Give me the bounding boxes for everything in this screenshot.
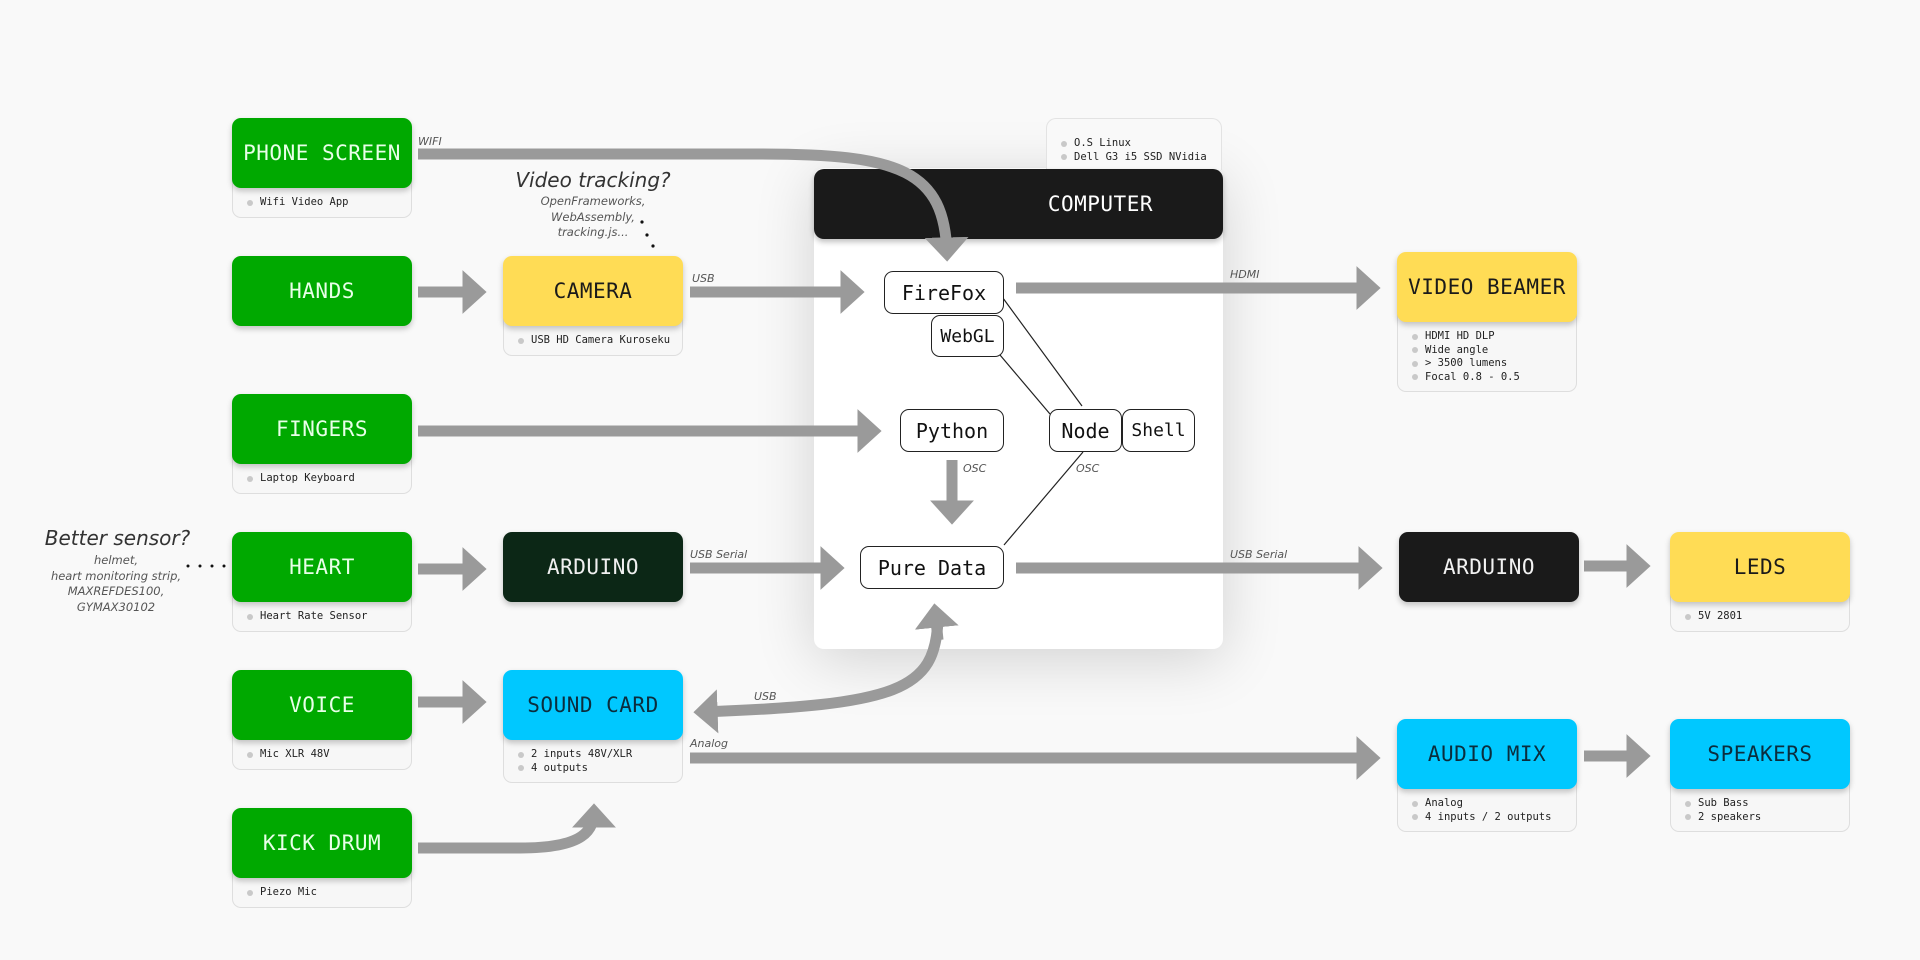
note-item: 2 speakers bbox=[1685, 811, 1849, 825]
note-item: USB HD Camera Kuroseku bbox=[518, 334, 682, 348]
note-item: Dell G3 i5 SSD NVidia bbox=[1061, 151, 1221, 165]
annotation-video-tracking-title: Video tracking? bbox=[515, 168, 671, 192]
note-item: 4 outputs bbox=[518, 762, 682, 776]
note-item: Heart Rate Sensor bbox=[247, 610, 411, 624]
computer-notes: O.S Linux Dell G3 i5 SSD NVidia bbox=[1046, 118, 1222, 170]
software-python[interactable]: Python bbox=[900, 409, 1004, 452]
node-fingers[interactable]: FINGERS Laptop Keyboard bbox=[232, 394, 412, 494]
dotted-connector bbox=[222, 564, 226, 568]
note-item: Piezo Mic bbox=[247, 886, 411, 900]
node-box[interactable]: HEART bbox=[232, 532, 412, 602]
node-box[interactable]: SOUND CARD bbox=[503, 670, 683, 740]
arrow-kick-soundcard[interactable] bbox=[418, 803, 616, 854]
annotation-video-tracking-body: OpenFrameworks, WebAssembly, tracking.js… bbox=[518, 194, 668, 241]
connection-label-usb-serial-in: USB Serial bbox=[690, 548, 748, 561]
annotation-line: GYMAX30102 bbox=[76, 599, 156, 614]
note-item: 2 inputs 48V/XLR bbox=[518, 748, 682, 762]
dotted-connector bbox=[651, 244, 655, 248]
node-box[interactable]: VIDEO BEAMER bbox=[1397, 252, 1577, 322]
annotation-better-sensor-body: helmet, heart monitoring strip, MAXREFDE… bbox=[30, 553, 202, 615]
node-kick-drum[interactable]: KICK DRUM Piezo Mic bbox=[232, 808, 412, 908]
node-box[interactable]: LEDS bbox=[1670, 532, 1850, 602]
connection-label-osc-python: OSC bbox=[963, 462, 987, 475]
note-item: Analog bbox=[1412, 797, 1576, 811]
node-box[interactable]: FINGERS bbox=[232, 394, 412, 464]
annotation-line: helmet, bbox=[93, 553, 138, 567]
note-item: O.S Linux bbox=[1061, 137, 1221, 151]
node-box[interactable]: KICK DRUM bbox=[232, 808, 412, 878]
node-leds[interactable]: LEDS 5V 2801 bbox=[1670, 532, 1850, 632]
note-item: 5V 2801 bbox=[1685, 610, 1849, 624]
node-box[interactable]: SPEAKERS bbox=[1670, 719, 1850, 789]
node-camera[interactable]: CAMERA USB HD Camera Kuroseku bbox=[503, 256, 683, 356]
node-hands[interactable]: HANDS bbox=[232, 256, 412, 326]
note-item: Sub Bass bbox=[1685, 797, 1849, 811]
connection-label-hdmi: HDMI bbox=[1230, 268, 1260, 281]
node-arduino-output[interactable]: ARDUINO bbox=[1399, 532, 1579, 602]
node-box[interactable]: ARDUINO bbox=[503, 532, 683, 602]
connection-label-usb-sound: USB bbox=[754, 690, 777, 703]
node-box[interactable]: HANDS bbox=[232, 256, 412, 326]
node-audio-mix[interactable]: AUDIO MIX Analog 4 inputs / 2 outputs bbox=[1397, 719, 1577, 832]
software-shell[interactable]: Shell bbox=[1122, 409, 1195, 452]
node-box[interactable]: VOICE bbox=[232, 670, 412, 740]
connection-label-wifi: WIFI bbox=[418, 135, 442, 148]
node-voice[interactable]: VOICE Mic XLR 48V bbox=[232, 670, 412, 770]
node-box[interactable]: PHONE SCREEN bbox=[232, 118, 412, 188]
node-box[interactable]: ARDUINO bbox=[1399, 532, 1579, 602]
computer-header[interactable]: COMPUTER bbox=[814, 169, 1223, 239]
annotation-line: OpenFrameworks, bbox=[540, 194, 646, 208]
note-item: HDMI HD DLP bbox=[1412, 330, 1576, 344]
software-webgl[interactable]: WebGL bbox=[931, 315, 1004, 357]
annotation-line: heart monitoring strip, bbox=[50, 568, 182, 583]
computer-title: COMPUTER bbox=[1047, 192, 1153, 216]
node-arduino-input[interactable]: ARDUINO bbox=[503, 532, 683, 602]
annotation-line: WebAssembly, bbox=[551, 209, 635, 224]
software-node[interactable]: Node bbox=[1049, 409, 1122, 452]
note-item: Mic XLR 48V bbox=[247, 748, 411, 762]
note-item: Laptop Keyboard bbox=[247, 472, 411, 486]
node-heart[interactable]: HEART Heart Rate Sensor bbox=[232, 532, 412, 632]
node-phone-screen[interactable]: PHONE SCREEN Wifi Video App bbox=[232, 118, 412, 218]
note-item: Wide angle bbox=[1412, 344, 1576, 358]
annotation-line: tracking.js... bbox=[557, 225, 629, 239]
connection-label-usb-serial-out: USB Serial bbox=[1230, 548, 1288, 561]
connection-label-analog: Analog bbox=[690, 737, 729, 750]
node-box[interactable]: AUDIO MIX bbox=[1397, 719, 1577, 789]
node-video-beamer[interactable]: VIDEO BEAMER HDMI HD DLP Wide angle > 35… bbox=[1397, 252, 1577, 392]
connection-label-usb-camera: USB bbox=[692, 272, 715, 285]
dotted-connector bbox=[210, 564, 214, 568]
annotation-better-sensor-title: Better sensor? bbox=[44, 526, 191, 550]
node-speakers[interactable]: SPEAKERS Sub Bass 2 speakers bbox=[1670, 719, 1850, 832]
note-item: Focal 0.8 - 0.5 bbox=[1412, 371, 1576, 385]
node-notes: HDMI HD DLP Wide angle > 3500 lumens Foc… bbox=[1397, 314, 1577, 392]
note-item: > 3500 lumens bbox=[1412, 357, 1576, 371]
note-item: 4 inputs / 2 outputs bbox=[1412, 811, 1576, 825]
software-firefox[interactable]: FireFox bbox=[884, 271, 1004, 314]
connection-label-osc-node: OSC bbox=[1076, 462, 1100, 475]
note-item: Wifi Video App bbox=[247, 196, 411, 210]
software-pure-data[interactable]: Pure Data bbox=[860, 546, 1004, 589]
annotation-line: MAXREFDES100, bbox=[67, 584, 165, 598]
node-sound-card[interactable]: SOUND CARD 2 inputs 48V/XLR 4 outputs bbox=[503, 670, 683, 783]
node-box[interactable]: CAMERA bbox=[503, 256, 683, 326]
